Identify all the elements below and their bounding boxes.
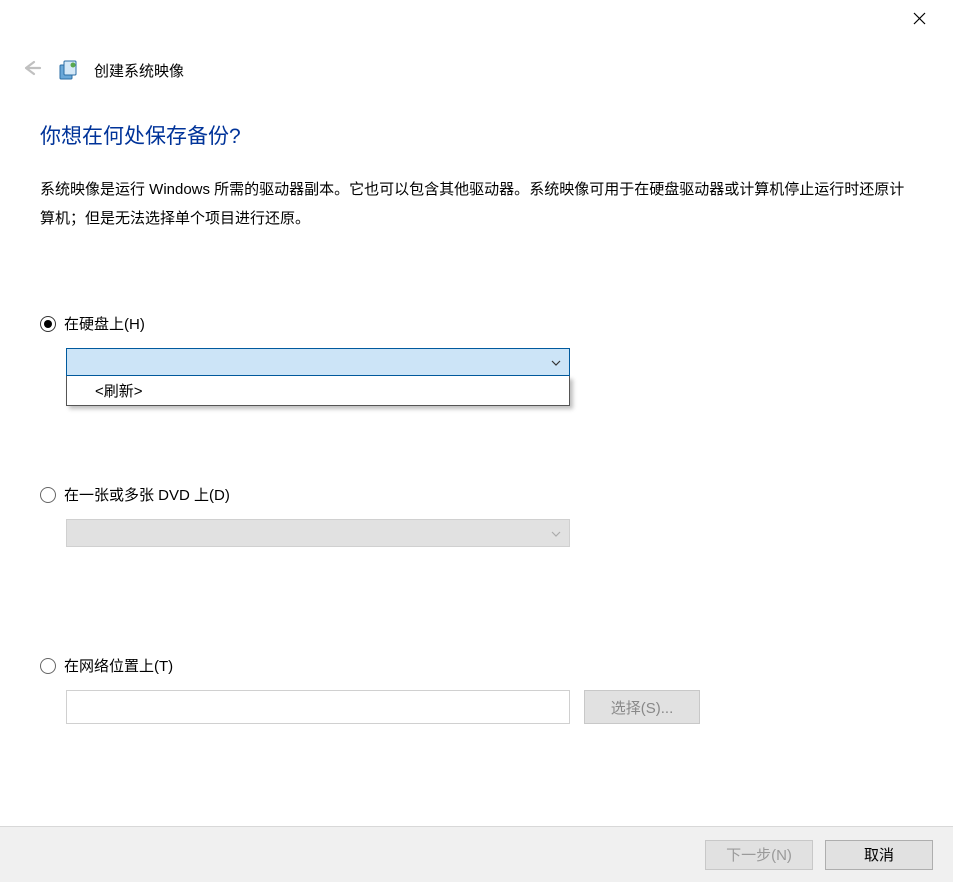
harddisk-dropdown: <刷新>: [66, 376, 570, 406]
network-path-input[interactable]: [66, 690, 570, 724]
system-image-icon: [58, 59, 80, 81]
option-dvd-group: 在一张或多张 DVD 上(D): [40, 484, 913, 547]
option-harddisk-label: 在硬盘上(H): [64, 313, 145, 334]
option-network-label: 在网络位置上(T): [64, 655, 173, 676]
close-icon: [913, 12, 926, 30]
option-network-row[interactable]: 在网络位置上(T): [40, 655, 913, 676]
back-button: [20, 58, 44, 82]
radio-harddisk[interactable]: [40, 316, 56, 332]
back-arrow-icon: [22, 60, 42, 81]
dvd-combobox: [66, 519, 570, 547]
cancel-button[interactable]: 取消: [825, 840, 933, 870]
wizard-title: 创建系统映像: [94, 60, 184, 81]
select-network-button: 选择(S)...: [584, 690, 700, 724]
option-dvd-label: 在一张或多张 DVD 上(D): [64, 484, 230, 505]
option-harddisk-group: 在硬盘上(H) <刷新>: [40, 313, 913, 406]
option-dvd-row[interactable]: 在一张或多张 DVD 上(D): [40, 484, 913, 505]
page-description: 系统映像是运行 Windows 所需的驱动器副本。它也可以包含其他驱动器。系统映…: [40, 176, 910, 233]
wizard-header: 创建系统映像: [20, 58, 184, 82]
harddisk-combobox[interactable]: [66, 348, 570, 376]
radio-dvd[interactable]: [40, 487, 56, 503]
option-network-group: 在网络位置上(T) 选择(S)...: [40, 655, 913, 724]
radio-network[interactable]: [40, 658, 56, 674]
wizard-footer: 下一步(N) 取消: [0, 826, 953, 882]
combo-item-refresh[interactable]: <刷新>: [67, 376, 569, 405]
page-heading: 你想在何处保存备份?: [40, 120, 913, 150]
wizard-content: 你想在何处保存备份? 系统映像是运行 Windows 所需的驱动器副本。它也可以…: [40, 120, 913, 784]
chevron-down-icon: [551, 353, 561, 371]
next-button: 下一步(N): [705, 840, 813, 870]
close-button[interactable]: [899, 6, 939, 36]
option-harddisk-row[interactable]: 在硬盘上(H): [40, 313, 913, 334]
chevron-down-icon: [551, 524, 561, 542]
